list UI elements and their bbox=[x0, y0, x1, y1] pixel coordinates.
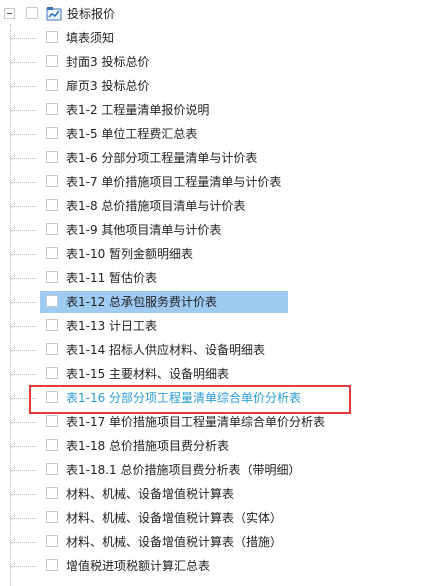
tree-item[interactable]: 材料、机械、设备增值税计算表（措施） bbox=[0, 530, 440, 554]
tree-item-label: 表1-12 总承包服务费计价表 bbox=[66, 295, 218, 309]
tree-item-label: 表1-11 暂估价表 bbox=[66, 271, 158, 285]
tree-item-label: 表1-14 招标人供应材料、设备明细表 bbox=[66, 343, 266, 357]
tree-branch-line bbox=[11, 158, 37, 159]
tree-item-label: 材料、机械、设备增值税计算表（实体） bbox=[66, 511, 283, 525]
item-checkbox[interactable] bbox=[46, 247, 58, 259]
item-checkbox[interactable] bbox=[46, 151, 58, 163]
tree-node-root[interactable]: 投标报价 bbox=[0, 2, 440, 26]
tree-branch-line bbox=[11, 62, 37, 63]
tree-item[interactable]: 表1-18.1 总价措施项目费分析表（带明细） bbox=[0, 458, 440, 482]
tree-item-label: 表1-15 主要材料、设备明细表 bbox=[66, 367, 230, 381]
tree-item[interactable]: 填表须知 bbox=[0, 26, 440, 50]
tree-item-label: 表1-10 暂列金额明细表 bbox=[66, 247, 194, 261]
tree-item[interactable]: 表1-5 单位工程费汇总表 bbox=[0, 122, 440, 146]
tree-branch-line bbox=[11, 230, 37, 231]
tree-item-label: 表1-13 计日工表 bbox=[66, 319, 158, 333]
tree-item-label: 表1-16 分部分项工程量清单综合单价分析表 bbox=[66, 391, 302, 405]
item-checkbox[interactable] bbox=[46, 511, 58, 523]
item-checkbox[interactable] bbox=[46, 559, 58, 571]
item-checkbox[interactable] bbox=[46, 343, 58, 355]
tree-item[interactable]: 表1-10 暂列金额明细表 bbox=[0, 242, 440, 266]
tree-item-label: 扉页3 投标总价 bbox=[66, 79, 150, 93]
tree-branch-line bbox=[11, 86, 37, 87]
tree-branch-line bbox=[11, 326, 37, 327]
item-checkbox[interactable] bbox=[46, 175, 58, 187]
item-checkbox[interactable] bbox=[46, 103, 58, 115]
tree-branch-line bbox=[11, 494, 37, 495]
report-tree: 投标报价 填表须知 封面3 投标总价 扉页3 投标总价 表1-2 工程量清单报价说明表… bbox=[0, 0, 440, 586]
tree-item-label: 材料、机械、设备增值税计算表 bbox=[66, 487, 235, 501]
tree-item-label: 表1-9 其他项目清单与计价表 bbox=[66, 223, 222, 237]
tree-branch-line bbox=[11, 542, 37, 543]
tree-item[interactable]: 表1-15 主要材料、设备明细表 bbox=[0, 362, 440, 386]
tree-item-label: 表1-7 单价措施项目工程量清单与计价表 bbox=[66, 175, 282, 189]
tree-branch-line bbox=[11, 302, 37, 303]
tree-item[interactable]: 封面3 投标总价 bbox=[0, 50, 440, 74]
tree-branch-line bbox=[11, 134, 37, 135]
tree-item[interactable]: 材料、机械、设备增值税计算表 bbox=[0, 482, 440, 506]
item-checkbox[interactable] bbox=[46, 79, 58, 91]
tree-item-label: 表1-18 总价措施项目费分析表 bbox=[66, 439, 230, 453]
tree-branch-line bbox=[11, 374, 37, 375]
item-checkbox[interactable] bbox=[46, 535, 58, 547]
root-label: 投标报价 bbox=[67, 7, 116, 21]
tree-item[interactable]: 表1-11 暂估价表 bbox=[0, 266, 440, 290]
item-checkbox[interactable] bbox=[46, 55, 58, 67]
tree-branch-line bbox=[11, 350, 37, 351]
item-checkbox[interactable] bbox=[46, 415, 58, 427]
tree-item-label: 填表须知 bbox=[66, 31, 115, 45]
tree-item[interactable]: 表1-16 分部分项工程量清单综合单价分析表 bbox=[0, 386, 440, 410]
tree-item[interactable]: 表1-13 计日工表 bbox=[0, 314, 440, 338]
tree-item[interactable]: 表1-6 分部分项工程量清单与计价表 bbox=[0, 146, 440, 170]
tree-branch-line bbox=[11, 422, 37, 423]
tree-item-label: 增值税进项税额计算汇总表 bbox=[66, 559, 211, 573]
tree-item-label: 表1-5 单位工程费汇总表 bbox=[66, 127, 198, 141]
tree-branch-line bbox=[11, 38, 37, 39]
tree-branch-line bbox=[11, 518, 37, 519]
tree-branch-line bbox=[11, 446, 37, 447]
item-checkbox[interactable] bbox=[46, 487, 58, 499]
tree-item[interactable]: 表1-2 工程量清单报价说明 bbox=[0, 98, 440, 122]
tree-item[interactable]: 表1-14 招标人供应材料、设备明细表 bbox=[0, 338, 440, 362]
tree-item-label: 封面3 投标总价 bbox=[66, 55, 150, 69]
item-checkbox[interactable] bbox=[46, 319, 58, 331]
tree-item-label: 表1-18.1 总价措施项目费分析表（带明细） bbox=[66, 463, 301, 477]
tree-item-label: 表1-6 分部分项工程量清单与计价表 bbox=[66, 151, 258, 165]
tree-branch-line bbox=[11, 470, 37, 471]
tree-item-label: 材料、机械、设备增值税计算表（措施） bbox=[66, 535, 283, 549]
tree-item[interactable]: 扉页3 投标总价 bbox=[0, 74, 440, 98]
item-checkbox[interactable] bbox=[46, 463, 58, 475]
tree-branch-line bbox=[11, 278, 37, 279]
item-checkbox[interactable] bbox=[46, 223, 58, 235]
tree-item[interactable]: 表1-18 总价措施项目费分析表 bbox=[0, 434, 440, 458]
tree-item[interactable]: 材料、机械、设备增值税计算表（实体） bbox=[0, 506, 440, 530]
report-folder-icon bbox=[46, 7, 62, 21]
tree-branch-line bbox=[11, 566, 37, 567]
item-checkbox[interactable] bbox=[46, 199, 58, 211]
tree-branch-line bbox=[11, 110, 37, 111]
tree-branch-line bbox=[11, 182, 37, 183]
tree-item[interactable]: 表1-7 单价措施项目工程量清单与计价表 bbox=[0, 170, 440, 194]
item-checkbox[interactable] bbox=[46, 127, 58, 139]
item-checkbox[interactable] bbox=[46, 367, 58, 379]
item-checkbox[interactable] bbox=[46, 391, 58, 403]
item-checkbox[interactable] bbox=[46, 271, 58, 283]
item-checkbox[interactable] bbox=[46, 31, 58, 43]
tree-branch-line bbox=[11, 398, 37, 399]
tree-item[interactable]: 表1-12 总承包服务费计价表 bbox=[0, 290, 440, 314]
tree-item-label: 表1-8 总价措施项目清单与计价表 bbox=[66, 199, 246, 213]
tree-item-label: 表1-17 单价措施项目工程量清单综合单价分析表 bbox=[66, 415, 326, 429]
tree-item[interactable]: 增值税进项税额计算汇总表 bbox=[0, 554, 440, 578]
item-checkbox[interactable] bbox=[46, 439, 58, 451]
tree-branch-line bbox=[11, 206, 37, 207]
tree-item[interactable]: 表1-9 其他项目清单与计价表 bbox=[0, 218, 440, 242]
tree-item[interactable]: 表1-8 总价措施项目清单与计价表 bbox=[0, 194, 440, 218]
tree-item-label: 表1-2 工程量清单报价说明 bbox=[66, 103, 210, 117]
tree-item[interactable]: 表1-17 单价措施项目工程量清单综合单价分析表 bbox=[0, 410, 440, 434]
collapse-toggle[interactable] bbox=[4, 8, 15, 19]
item-checkbox[interactable] bbox=[46, 295, 58, 307]
root-checkbox[interactable] bbox=[26, 7, 38, 19]
tree-branch-line bbox=[11, 254, 37, 255]
